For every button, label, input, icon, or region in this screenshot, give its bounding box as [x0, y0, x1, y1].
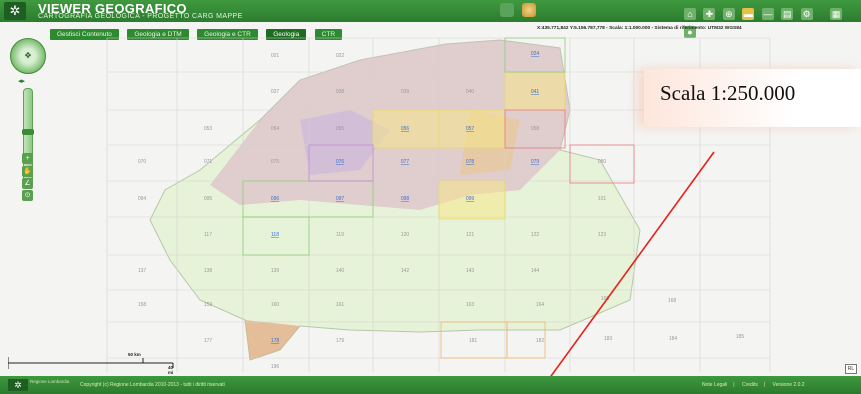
sheet-label: 159: [204, 302, 213, 308]
sheet-label: 095: [204, 196, 213, 202]
link-version[interactable]: Versione 2.0.2: [773, 382, 805, 388]
sheet-label: 119: [336, 232, 344, 238]
callout-scale-text: Scala 1:250.000: [660, 81, 796, 105]
sheet-label[interactable]: 041: [531, 89, 540, 95]
sheet-label: 181: [469, 338, 478, 344]
sheet-label: 163: [466, 302, 475, 308]
sheet-label: 053: [204, 126, 213, 132]
scale-mi-label: 40 mi: [168, 365, 174, 375]
sheet-label[interactable]: 057: [466, 126, 475, 132]
footer-links: Note Legali | Credits | Versione 2.0.2: [702, 382, 805, 388]
sheet-label: 021: [271, 53, 280, 59]
scale-bar: 50 km 40 mi: [7, 352, 178, 375]
sheet-label: 075: [271, 159, 280, 165]
zoom-in-button[interactable]: +: [22, 153, 33, 164]
sheet-label: 144: [531, 268, 540, 274]
hand-tool-icon[interactable]: ✋: [22, 166, 33, 177]
sheet-label[interactable]: 097: [336, 196, 345, 202]
app-header: ✲ VIEWER GEOGRAFICO CARTOGRAFIA GEOLOGIC…: [0, 0, 861, 38]
sheet-label[interactable]: 178: [271, 338, 280, 344]
sheet-label[interactable]: 118: [271, 232, 279, 238]
sheet-label: 161: [336, 302, 345, 308]
sheet-label: 040: [466, 89, 475, 95]
sheet-label: 158: [138, 302, 147, 308]
sheet-label: 121: [466, 232, 475, 238]
map-toolbar: ⌂ ✚ ⊕ ▬ ― ▤ ⚙ ▦ ●: [684, 4, 861, 38]
sheet-label: 140: [336, 268, 345, 274]
sheet-label: 123: [598, 232, 607, 238]
measure-distance-icon[interactable]: ∠: [22, 178, 33, 189]
sheet-label: 117: [204, 232, 212, 238]
scale-callout: Scala 1:250.000: [644, 69, 861, 127]
sheet-label: 143: [466, 268, 475, 274]
sheet-label: 022: [336, 53, 345, 59]
sheet-label: 164: [536, 302, 545, 308]
app-footer: ✲ Regione Lombardia Copyright (c) Region…: [0, 376, 861, 394]
sheet-label: 196: [271, 364, 280, 370]
measure-icon[interactable]: ―: [761, 8, 774, 20]
zoom-arrows-icon[interactable]: ◂▸: [18, 77, 25, 85]
sheet-label: 185: [736, 334, 745, 340]
sheet-label: 037: [271, 89, 280, 95]
sheet-label[interactable]: 078: [466, 159, 475, 165]
layer-tabs: Gestisci Contenuto Geologia e DTM Geolog…: [50, 23, 346, 40]
pan-control-icon[interactable]: ✥: [10, 38, 46, 74]
sheet-label: 054: [271, 126, 280, 132]
scale-bar-graphic: [7, 357, 174, 369]
footer-logo-icon: ✲: [8, 379, 28, 391]
grid-view-icon[interactable]: ▦: [830, 8, 843, 20]
link-note-legali[interactable]: Note Legali: [702, 382, 727, 388]
home-icon[interactable]: ⌂: [684, 8, 696, 20]
sheet-label: 038: [336, 89, 345, 95]
sheet-label[interactable]: 056: [401, 126, 410, 132]
sheet-label: 070: [138, 159, 147, 165]
sheet-label: 138: [204, 268, 213, 274]
sheet-label[interactable]: 076: [336, 159, 345, 165]
sheet-label: 058: [531, 126, 540, 132]
sheet-label: 139: [271, 268, 280, 274]
sheet-label: 168: [668, 298, 677, 304]
sheet-label: 080: [598, 159, 607, 165]
coordinate-readout: X:435.771,842 Y:5.156.787,778 - Scala: 1…: [537, 26, 742, 31]
sheet-label: 101: [598, 196, 607, 202]
sheet-label: 184: [669, 336, 678, 342]
sheet-label[interactable]: 079: [531, 159, 540, 165]
settings-icon[interactable]: ⚙: [800, 8, 813, 20]
sheet-label: 120: [401, 232, 410, 238]
sheet-label: 182: [536, 338, 545, 344]
sheet-label[interactable]: 077: [401, 159, 410, 165]
sheet-label: 183: [604, 336, 613, 342]
sheet-label: 177: [204, 338, 213, 344]
top-center-icons: [500, 3, 546, 19]
sheet-label: 179: [336, 338, 345, 344]
scale-km-label: 50 km: [128, 352, 141, 357]
footer-brand: Regione Lombardia: [30, 379, 70, 384]
zoom-slider-knob[interactable]: [22, 129, 34, 135]
info-icon[interactable]: ✚: [703, 8, 716, 20]
app-subtitle: CARTOGRAFIA GEOLOGICA - PROGETTO CARG MA…: [38, 13, 243, 20]
copyright-text: Copyright (c) Regione Lombardia 2010-201…: [80, 382, 225, 388]
sheet-label[interactable]: 096: [271, 196, 280, 202]
globe-icon[interactable]: [522, 3, 537, 17]
sheet-label: 055: [336, 126, 345, 132]
sheet-label: 071: [204, 159, 213, 165]
attribution-icon[interactable]: RL: [845, 364, 857, 374]
sheet-label: 142: [401, 268, 410, 274]
folder-icon[interactable]: ▬: [742, 8, 755, 20]
sheet-label: 039: [401, 89, 410, 95]
sheet-label[interactable]: 099: [466, 196, 475, 202]
sheet-label: 094: [138, 196, 147, 202]
sheet-label[interactable]: 024: [531, 51, 540, 57]
reset-view-icon[interactable]: ⊙: [22, 190, 33, 201]
grid-icon[interactable]: [500, 3, 514, 17]
sheet-label: 160: [271, 302, 280, 308]
sheet-label: 122: [531, 232, 540, 238]
regione-logo-icon[interactable]: ✲: [4, 2, 26, 20]
add-layer-icon[interactable]: ⊕: [722, 8, 735, 20]
sheet-label: 137: [138, 268, 147, 274]
print-icon[interactable]: ▤: [781, 8, 794, 20]
sheet-label[interactable]: 098: [401, 196, 410, 202]
link-credits[interactable]: Credits: [742, 382, 758, 388]
